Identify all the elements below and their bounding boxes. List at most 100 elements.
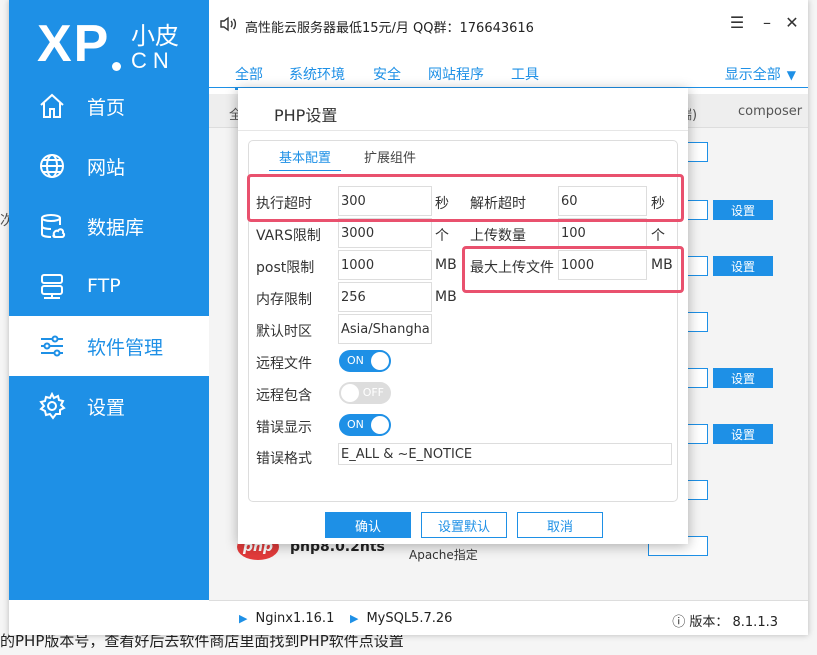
upload-count-unit: 个 bbox=[651, 228, 665, 244]
sidebar-item-website[interactable]: 网站 bbox=[9, 136, 209, 196]
exec-timeout-label: 执行超时 bbox=[256, 196, 312, 212]
timezone-label: 默认时区 bbox=[256, 324, 312, 340]
toggle-state: OFF bbox=[362, 386, 384, 399]
sliders-icon bbox=[37, 331, 67, 361]
tab-security[interactable]: 安全 bbox=[373, 64, 401, 84]
max-upload-label: 最大上传文件 bbox=[470, 260, 554, 276]
max-upload-unit: MB bbox=[651, 257, 673, 273]
ad-text[interactable]: 高性能云服务器最低15元/月 QQ群：176643616 bbox=[245, 17, 534, 36]
server-icon bbox=[37, 271, 67, 301]
sidebar-item-label: 网站 bbox=[87, 156, 126, 179]
php-description: Apache指定 bbox=[409, 548, 478, 562]
nginx-status[interactable]: ▶ Nginx1.16.1 bbox=[239, 611, 334, 626]
setting-button[interactable]: 设置 bbox=[713, 368, 773, 388]
remote-include-label: 远程包含 bbox=[256, 388, 312, 404]
error-display-toggle[interactable]: ON bbox=[339, 414, 391, 436]
minimize-button[interactable]: – bbox=[757, 12, 777, 32]
sidebar: XP 小皮 CN 首页 网站 数据库 FTP 软件管理 设置 bbox=[9, 0, 209, 600]
mysql-label: MySQL5.7.26 bbox=[366, 611, 453, 626]
sidebar-item-label: 软件管理 bbox=[87, 336, 164, 359]
remote-file-label: 远程文件 bbox=[256, 356, 312, 372]
vars-limit-unit: 个 bbox=[435, 228, 449, 244]
memory-limit-unit: MB bbox=[435, 289, 457, 305]
gear-icon bbox=[37, 391, 67, 421]
parse-timeout-input[interactable] bbox=[558, 186, 647, 216]
tab-web-apps[interactable]: 网站程序 bbox=[428, 64, 484, 84]
upload-count-label: 上传数量 bbox=[470, 228, 526, 244]
settings-panel: 基本配置 扩展组件 执行超时 秒 解析超时 秒 VARS限制 个 上传数量 个 … bbox=[247, 140, 684, 502]
close-button[interactable]: ✕ bbox=[782, 12, 802, 32]
tab-system-env[interactable]: 系统环境 bbox=[289, 64, 345, 84]
show-all-label: 显示全部 bbox=[724, 67, 781, 83]
title-divider bbox=[238, 130, 688, 131]
sidebar-item-database[interactable]: 数据库 bbox=[9, 196, 209, 256]
subtab-basic-config[interactable]: 基本配置 bbox=[269, 147, 342, 171]
dialog-title: PHP设置 bbox=[274, 106, 338, 125]
setting-button[interactable]: 设置 bbox=[713, 256, 773, 276]
parse-timeout-unit: 秒 bbox=[651, 196, 665, 212]
error-format-input[interactable] bbox=[338, 443, 672, 465]
category-tabs: 全部 系统环境 安全 网站程序 工具 显示全部 ▼ bbox=[209, 58, 808, 90]
php-settings-dialog: PHP设置 基本配置 扩展组件 执行超时 秒 解析超时 秒 VARS限制 个 上… bbox=[238, 88, 688, 544]
list-header-composer: composer bbox=[738, 104, 803, 119]
version-label: 版本： 8.1.1.3 bbox=[689, 615, 778, 630]
remote-file-toggle[interactable]: ON bbox=[339, 350, 391, 372]
exec-timeout-unit: 秒 bbox=[435, 196, 449, 212]
speaker-icon bbox=[219, 16, 237, 36]
toggle-knob bbox=[371, 416, 389, 434]
mysql-status[interactable]: ▶ MySQL5.7.26 bbox=[350, 611, 452, 626]
cancel-button[interactable]: 取消 bbox=[517, 512, 603, 538]
setting-button[interactable]: 设置 bbox=[713, 424, 773, 444]
confirm-button[interactable]: 确认 bbox=[325, 512, 411, 538]
vars-limit-label: VARS限制 bbox=[256, 228, 321, 244]
sidebar-item-label: 设置 bbox=[87, 396, 126, 419]
dropdown-triangle-icon: ▼ bbox=[786, 68, 796, 82]
sidebar-item-home[interactable]: 首页 bbox=[9, 76, 209, 136]
set-default-button[interactable]: 设置默认 bbox=[421, 512, 507, 538]
logo-cn-zh: 小皮 bbox=[131, 22, 179, 50]
toggle-knob bbox=[371, 352, 389, 370]
error-format-label: 错误格式 bbox=[256, 451, 312, 467]
database-icon bbox=[37, 211, 67, 241]
post-limit-unit: MB bbox=[435, 257, 457, 273]
memory-limit-label: 内存限制 bbox=[256, 292, 312, 308]
logo-dot bbox=[112, 62, 121, 71]
home-icon bbox=[37, 91, 67, 121]
footer: ▶ Nginx1.16.1 ▶ MySQL5.7.26 ⓘ 版本： 8.1.1.3 bbox=[209, 600, 808, 635]
subtab-extensions[interactable]: 扩展组件 bbox=[364, 147, 416, 166]
exec-timeout-input[interactable] bbox=[338, 186, 432, 216]
sidebar-item-label: 数据库 bbox=[87, 216, 145, 239]
error-display-label: 错误显示 bbox=[256, 420, 312, 436]
logo-xp: XP bbox=[37, 15, 111, 73]
toggle-knob bbox=[341, 384, 359, 402]
globe-icon bbox=[37, 151, 67, 181]
memory-limit-input[interactable] bbox=[338, 282, 432, 312]
toggle-state: ON bbox=[347, 354, 364, 367]
parse-timeout-label: 解析超时 bbox=[470, 196, 526, 212]
logo: XP 小皮 CN bbox=[37, 10, 207, 80]
post-limit-input[interactable] bbox=[338, 250, 432, 280]
sidebar-item-software[interactable]: 软件管理 bbox=[9, 316, 209, 376]
tab-tools[interactable]: 工具 bbox=[511, 64, 539, 84]
sidebar-item-settings[interactable]: 设置 bbox=[9, 376, 209, 436]
menu-icon[interactable]: ☰ bbox=[727, 12, 747, 32]
sidebar-item-label: 首页 bbox=[87, 96, 126, 119]
play-icon: ▶ bbox=[350, 612, 359, 625]
vars-limit-input[interactable] bbox=[338, 218, 432, 248]
post-limit-label: post限制 bbox=[256, 260, 315, 276]
logo-cn-en: CN bbox=[131, 48, 175, 73]
nginx-label: Nginx1.16.1 bbox=[255, 611, 335, 626]
setting-button[interactable]: 设置 bbox=[713, 200, 773, 220]
sidebar-item-label: FTP bbox=[87, 275, 121, 297]
tab-all[interactable]: 全部 bbox=[235, 64, 263, 90]
play-icon: ▶ bbox=[239, 612, 248, 625]
toggle-state: ON bbox=[347, 418, 364, 431]
remote-include-toggle[interactable]: OFF bbox=[339, 382, 391, 404]
sidebar-item-ftp[interactable]: FTP bbox=[9, 256, 209, 316]
max-upload-input[interactable] bbox=[558, 250, 647, 280]
top-bar: 高性能云服务器最低15元/月 QQ群：176643616 ☰ – ✕ bbox=[209, 0, 808, 50]
upload-count-input[interactable] bbox=[558, 218, 647, 248]
info-icon: ⓘ bbox=[672, 615, 686, 630]
show-all-button[interactable]: 显示全部 ▼ bbox=[725, 64, 796, 84]
timezone-input[interactable] bbox=[338, 314, 432, 344]
